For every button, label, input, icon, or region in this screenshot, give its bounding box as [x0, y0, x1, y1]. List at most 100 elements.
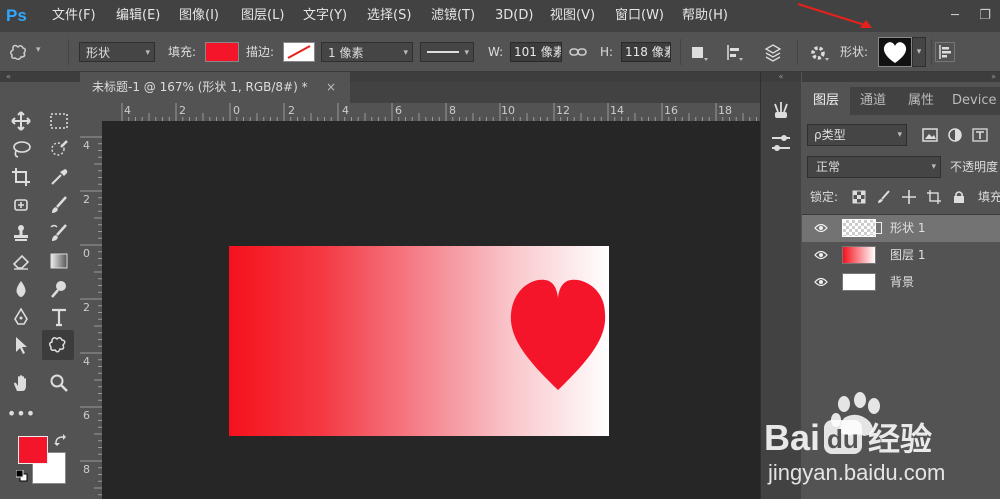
shape-label: 形状:	[840, 45, 869, 59]
swap-colors-icon[interactable]	[54, 434, 66, 446]
adjustments-icon[interactable]	[770, 132, 792, 154]
minimize-button[interactable]: ─	[940, 0, 970, 32]
eye-icon[interactable]	[814, 222, 828, 234]
image-filter-icon[interactable]	[922, 128, 938, 142]
mode-dropdown[interactable]: 形状 ▾	[79, 42, 155, 62]
zoom-tool-icon[interactable]	[44, 370, 74, 396]
menu-filter[interactable]: 滤镜(T)	[431, 0, 475, 32]
restore-button[interactable]: ❐	[970, 0, 1000, 32]
lock-pixels-icon[interactable]	[877, 190, 891, 204]
hand-tool-icon[interactable]	[6, 370, 36, 396]
move-tool-icon[interactable]	[6, 108, 36, 134]
eyedropper-tool-icon[interactable]	[44, 164, 74, 190]
tab-channels[interactable]: 通道	[860, 87, 886, 115]
gear-icon[interactable]	[808, 43, 830, 63]
lock-position-icon[interactable]	[902, 190, 916, 204]
type-tool-icon[interactable]	[44, 304, 74, 330]
ruler-origin[interactable]	[80, 103, 102, 121]
shape-picker[interactable]	[878, 37, 912, 67]
blur-tool-icon[interactable]	[6, 276, 36, 302]
gradient-tool-icon[interactable]	[44, 248, 74, 274]
lasso-tool-icon[interactable]	[6, 136, 36, 162]
brush-tool-icon[interactable]	[44, 192, 74, 218]
menu-view[interactable]: 视图(V)	[550, 0, 595, 32]
lock-artboard-icon[interactable]	[927, 190, 941, 204]
collapse-arrows-icon[interactable]: «	[761, 72, 801, 82]
tool-preset-picker[interactable]: ▾	[8, 43, 54, 63]
link-icon[interactable]	[569, 44, 587, 60]
menu-type[interactable]: 文字(Y)	[303, 0, 347, 32]
quick-selection-tool-icon[interactable]	[44, 136, 74, 162]
path-selection-tool-icon[interactable]	[6, 332, 36, 358]
layer-row-shape-1[interactable]: 形状 1	[802, 215, 1000, 242]
tab-device-preview[interactable]: Device P	[952, 87, 1000, 115]
default-colors-icon[interactable]	[15, 469, 28, 482]
menu-edit[interactable]: 编辑(E)	[116, 0, 160, 32]
blend-mode-dropdown[interactable]: 正常 ▾	[807, 156, 941, 178]
chevron-down-icon: ▾	[464, 48, 469, 58]
stroke-width-dropdown[interactable]: 1 像素 ▾	[321, 42, 413, 62]
tab-layers[interactable]: 图层	[802, 87, 850, 115]
menu-help[interactable]: 帮助(H)	[682, 0, 728, 32]
lock-transparent-icon[interactable]	[852, 190, 866, 204]
heart-shape[interactable]	[507, 276, 609, 394]
ruler-label: 14	[610, 104, 624, 117]
fill-color-swatch[interactable]	[205, 42, 239, 62]
height-field[interactable]: 118 像素	[621, 42, 671, 62]
lock-label: 锁定:	[810, 190, 839, 204]
layer-row-layer-1[interactable]: 图层 1	[802, 242, 1000, 269]
toolbox: « •••	[0, 72, 80, 499]
chevron-down-icon: ▾	[145, 48, 150, 58]
adjustment-filter-icon[interactable]	[947, 128, 963, 142]
width-field[interactable]: 101 像素	[510, 42, 562, 62]
menu-3d[interactable]: 3D(D)	[495, 0, 533, 32]
type-filter-icon[interactable]	[972, 128, 988, 142]
stroke-label: 描边:	[246, 45, 275, 59]
path-alignment-icon[interactable]	[725, 44, 745, 62]
ruler-label: 2	[83, 193, 90, 206]
eye-icon[interactable]	[814, 276, 828, 288]
lock-all-icon[interactable]	[952, 190, 966, 204]
marquee-tool-icon[interactable]	[44, 108, 74, 134]
path-operations-icon[interactable]	[690, 44, 710, 62]
chevron-down-icon[interactable]: ▾	[912, 37, 926, 67]
clone-stamp-tool-icon[interactable]	[6, 220, 36, 246]
history-brush-tool-icon[interactable]	[44, 220, 74, 246]
stroke-type-dropdown[interactable]: ▾	[420, 42, 474, 62]
menu-file[interactable]: 文件(F)	[52, 0, 96, 32]
ruler-label: 2	[179, 104, 186, 117]
ruler-label: 2	[288, 104, 295, 117]
vertical-ruler[interactable]: 4 2 0 2 4 6 8	[80, 121, 103, 499]
path-arrangement-icon[interactable]	[762, 43, 784, 63]
eraser-tool-icon[interactable]	[6, 248, 36, 274]
close-icon[interactable]: ×	[326, 72, 336, 103]
collapse-arrows-icon[interactable]: «	[0, 72, 80, 82]
options-bar: ▾ 形状 ▾ 填充: 描边: 1 像素 ▾ ▾ W: 101 像素 H: 118…	[0, 33, 1000, 72]
horizontal-ruler[interactable]: 4 2 0 2 4 6 8 10 12 14 16 18	[102, 103, 760, 122]
layer-filter-dropdown[interactable]: ρ类型 ▾	[807, 124, 907, 146]
menu-select[interactable]: 选择(S)	[367, 0, 411, 32]
eye-icon[interactable]	[814, 249, 828, 261]
menu-window[interactable]: 窗口(W)	[615, 0, 664, 32]
crop-tool-icon[interactable]	[6, 164, 36, 190]
tab-properties[interactable]: 属性	[908, 87, 934, 115]
stroke-color-swatch[interactable]	[283, 42, 315, 62]
align-edges-icon[interactable]	[935, 42, 955, 62]
ruler-label: 4	[124, 104, 131, 117]
collapse-arrows-icon[interactable]: »	[802, 72, 1000, 82]
ruler-label: 0	[83, 247, 90, 260]
layer-row-background[interactable]: 背景	[802, 269, 1000, 296]
document-tab[interactable]: 未标题-1 @ 167% (形状 1, RGB/8#) * ×	[80, 72, 350, 103]
pen-tool-icon[interactable]	[6, 304, 36, 330]
dodge-tool-icon[interactable]	[44, 276, 74, 302]
healing-brush-tool-icon[interactable]	[6, 192, 36, 218]
menu-layer[interactable]: 图层(L)	[241, 0, 284, 32]
menu-image[interactable]: 图像(I)	[179, 0, 219, 32]
chevron-down-icon: ▾	[931, 162, 936, 172]
brush-presets-icon[interactable]	[770, 100, 792, 122]
more-tools-icon[interactable]: •••	[6, 400, 36, 426]
custom-shape-tool-icon[interactable]	[42, 330, 74, 360]
foreground-color-swatch[interactable]	[18, 436, 48, 464]
ruler-label: 2	[83, 301, 90, 314]
separator	[797, 39, 798, 65]
